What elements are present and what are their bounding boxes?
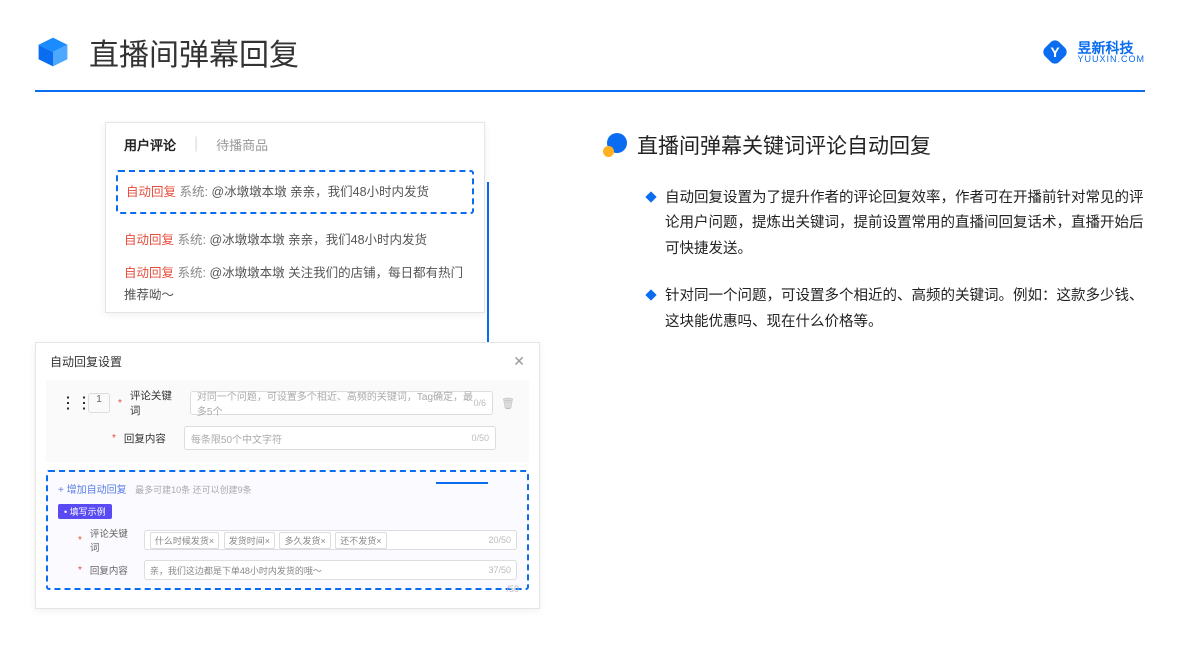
close-icon[interactable]: ✕: [513, 353, 525, 370]
bubble-icon: [603, 133, 627, 157]
keyword-input[interactable]: 对同一个问题，可设置多个相近、高频的关键词，Tag确定，最多5个 0/6: [190, 391, 493, 415]
outer-counter: /50: [506, 584, 519, 594]
counter: 37/50: [488, 565, 511, 575]
comment-row: 自动回复 系统: @冰墩墩本墩 亲亲，我们48小时内发货: [106, 224, 484, 257]
highlighted-comment: 自动回复 系统: @冰墩墩本墩 亲亲，我们48小时内发货: [116, 170, 474, 214]
add-hint: 最多可建10条 还可以创建9条: [135, 485, 252, 495]
tabs: 用户评论 | 待播商品: [106, 123, 484, 164]
auto-reply-label: 自动回复: [124, 266, 174, 280]
bullet-text: 自动回复设置为了提升作者的评论回复效率，作者可在开播前针对常见的评论用户问题，提…: [665, 186, 1145, 262]
system-prefix: 系统:: [178, 266, 206, 280]
brand: Y 昱新科技 YUUXIN.COM: [1041, 38, 1145, 66]
auto-reply-label: 自动回复: [126, 185, 176, 199]
system-prefix: 系统:: [178, 233, 206, 247]
ex-content-value: 亲，我们这边都是下单48小时内发货的哦～: [150, 564, 322, 577]
comments-card: 用户评论 | 待播商品 自动回复 系统: @冰墩墩本墩 亲亲，我们48小时内发货…: [105, 122, 485, 313]
ex-keyword-label: 评论关键词: [90, 526, 136, 554]
drag-handle-icon[interactable]: ⋮⋮: [60, 393, 80, 413]
modal-title: 自动回复设置: [50, 353, 122, 370]
required-mark: *: [118, 398, 122, 409]
page-title: 直播间弹幕回复: [89, 30, 1041, 74]
section-title: 直播间弹幕关键词评论自动回复: [637, 130, 931, 160]
ex-keyword-input[interactable]: 什么时候发货× 发货时间× 多久发货× 还不发货× 20/50: [144, 530, 517, 550]
bullet-text: 针对同一个问题，可设置多个相近的、高频的关键词。例如：这款多少钱、这块能优惠吗、…: [665, 284, 1145, 335]
diamond-icon: [645, 191, 656, 202]
right-panel: 直播间弹幕关键词评论自动回复 自动回复设置为了提升作者的评论回复效率，作者可在开…: [585, 122, 1145, 357]
counter: 0/50: [471, 433, 489, 443]
comment-text: @冰墩墩本墩 亲亲，我们48小时内发货: [211, 185, 429, 199]
brand-name-cn: 昱新科技: [1077, 41, 1145, 55]
svg-text:Y: Y: [1051, 44, 1061, 60]
cube-logo-icon: [35, 34, 71, 70]
comment-text: @冰墩墩本墩 亲亲，我们48小时内发货: [209, 233, 427, 247]
tab-separator: |: [194, 135, 198, 154]
comment-text: @冰墩墩本墩 关注我们的店铺，每日都有热门推荐呦～: [124, 266, 463, 301]
system-prefix: 系统:: [180, 185, 208, 199]
settings-modal: 自动回复设置 ✕ ⋮⋮ 1 * 评论关键词 对同一个问题，可设置多个相近、高频的…: [35, 342, 540, 609]
counter: 20/50: [488, 535, 511, 545]
auto-reply-label: 自动回复: [124, 233, 174, 247]
tab-pending-products[interactable]: 待播商品: [216, 135, 268, 154]
keyword-label: 评论关键词: [130, 388, 182, 418]
add-rule-link[interactable]: + 增加自动回复: [58, 485, 127, 496]
header: 直播间弹幕回复 Y 昱新科技 YUUXIN.COM: [0, 0, 1180, 84]
content-label: 回复内容: [124, 431, 176, 446]
trash-icon[interactable]: 🗑: [501, 397, 515, 410]
placeholder-text: 对同一个问题，可设置多个相近、高频的关键词，Tag确定，最多5个: [197, 388, 474, 418]
ex-content-input[interactable]: 亲，我们这边都是下单48小时内发货的哦～ 37/50: [144, 560, 517, 580]
tag[interactable]: 发货时间×: [224, 532, 275, 549]
section-header: 直播间弹幕关键词评论自动回复: [603, 130, 1145, 160]
required-mark: *: [112, 433, 116, 444]
brand-name-en: YUUXIN.COM: [1077, 55, 1145, 64]
diamond-icon: [645, 289, 656, 300]
tab-user-comments[interactable]: 用户评论: [124, 135, 176, 154]
tag[interactable]: 什么时候发货×: [150, 532, 219, 549]
comment-row: 自动回复 系统: @冰墩墩本墩 关注我们的店铺，每日都有热门推荐呦～: [106, 257, 484, 312]
required-mark: *: [78, 565, 82, 576]
counter: 0/6: [474, 398, 487, 408]
ex-content-label: 回复内容: [90, 563, 136, 577]
example-badge: • 填写示例: [58, 504, 112, 519]
left-panel: 用户评论 | 待播商品 自动回复 系统: @冰墩墩本墩 亲亲，我们48小时内发货…: [35, 122, 555, 357]
placeholder-text: 每条限50个中文字符: [191, 431, 282, 446]
connector-line: [436, 482, 488, 484]
example-block: + 增加自动回复 最多可建10条 还可以创建9条 • 填写示例 * 评论关键词 …: [46, 470, 529, 590]
tag[interactable]: 还不发货×: [335, 532, 386, 549]
content-input[interactable]: 每条限50个中文字符 0/50: [184, 426, 496, 450]
required-mark: *: [78, 535, 82, 546]
tag[interactable]: 多久发货×: [279, 532, 330, 549]
bullet-item: 自动回复设置为了提升作者的评论回复效率，作者可在开播前针对常见的评论用户问题，提…: [603, 186, 1145, 262]
bullet-item: 针对同一个问题，可设置多个相近的、高频的关键词。例如：这款多少钱、这块能优惠吗、…: [603, 284, 1145, 335]
brand-logo-icon: Y: [1041, 38, 1069, 66]
index-input[interactable]: 1: [88, 393, 110, 413]
